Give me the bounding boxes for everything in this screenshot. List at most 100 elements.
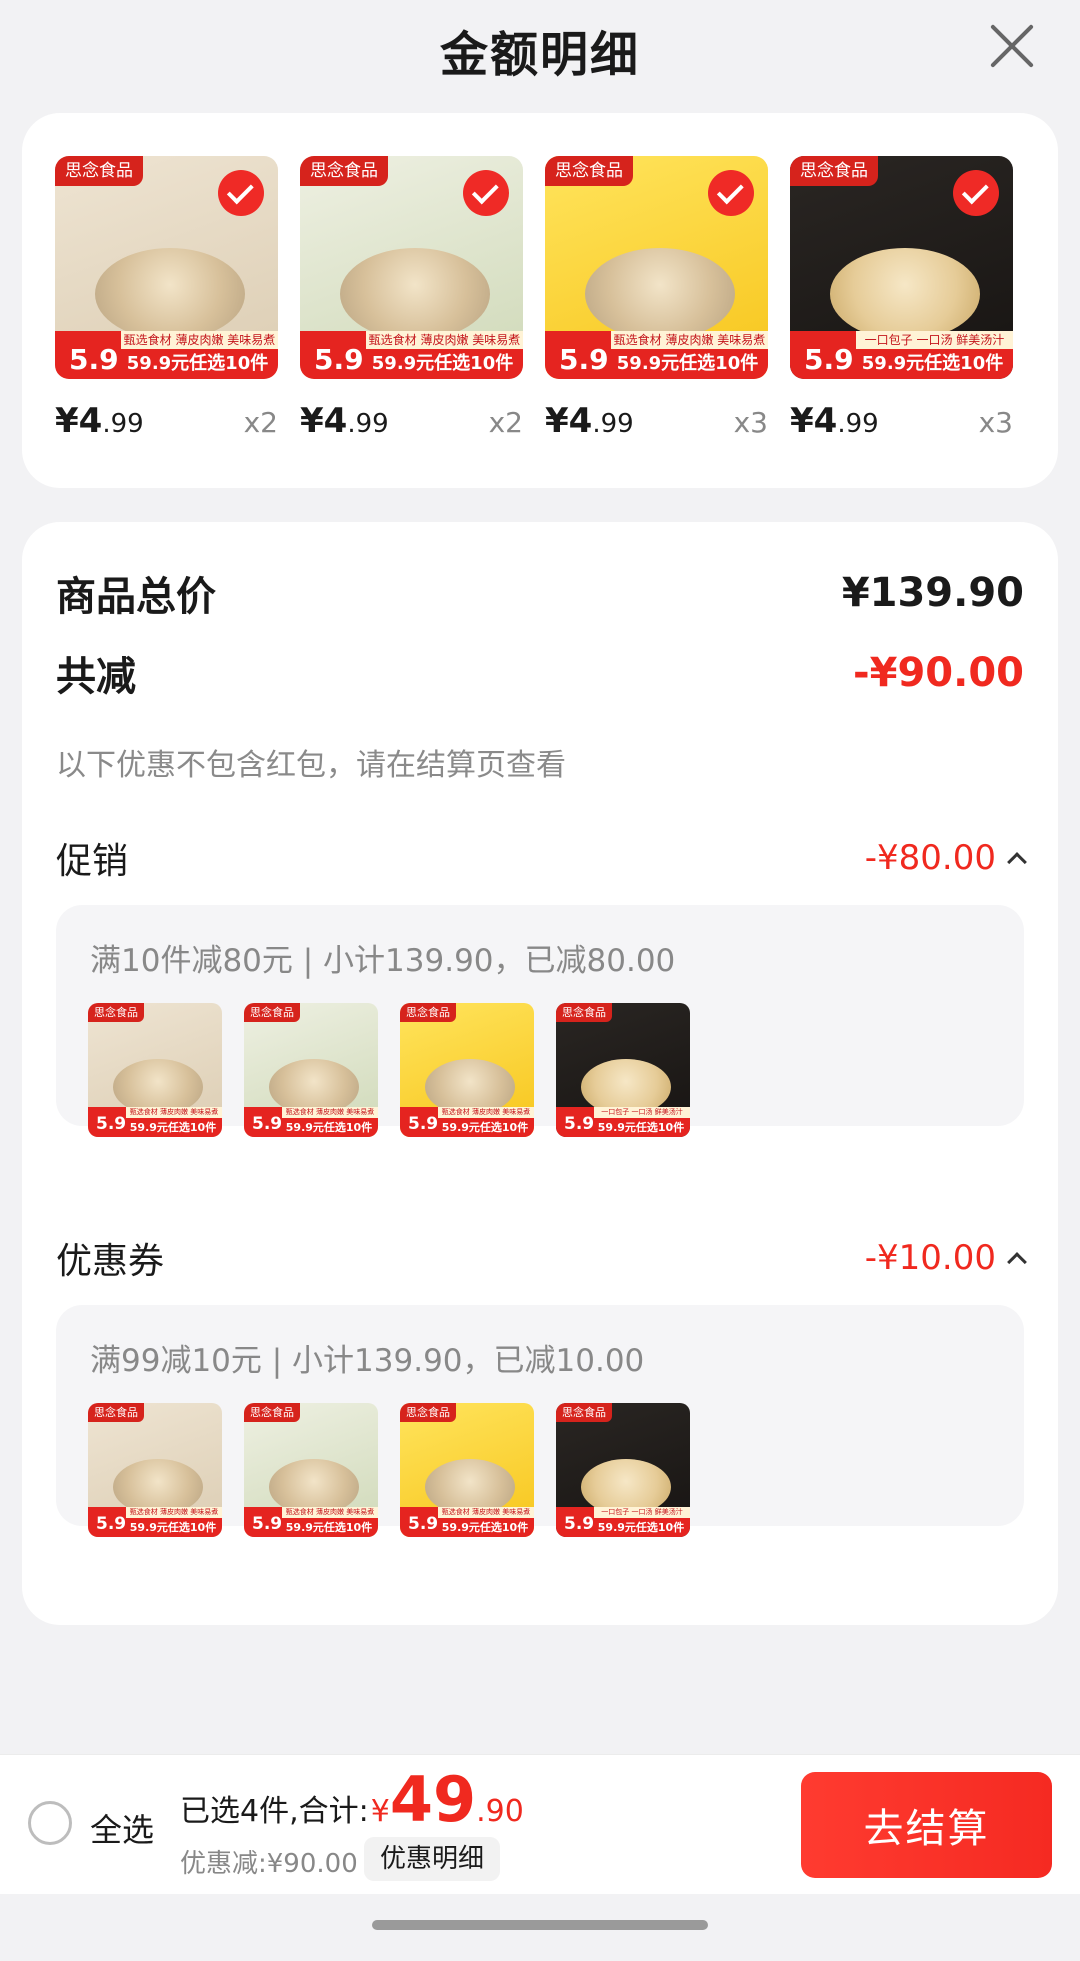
price-int: ¥4 [300, 401, 348, 441]
product-price-row: ¥4.99 x2 [55, 401, 278, 441]
product-item[interactable]: 思念食品甄选食材 薄皮肉嫩 美味易煮 5.9 59.9元任选10件 ¥4.99 x2 [55, 156, 278, 441]
thumb-brand-badge: 思念食品 [556, 1403, 612, 1422]
product-price: ¥4.99 [300, 401, 389, 441]
promo-stripe: 甄选食材 薄皮肉嫩 美味易煮 5.9 59.9元任选10件 [300, 331, 523, 379]
product-price: ¥4.99 [545, 401, 634, 441]
thumb-promo-text: 59.9元任选10件 [441, 1121, 529, 1134]
thumb-promo-big: 5.9 [252, 1514, 283, 1534]
product-thumbnail: 思念食品 甄选食材 薄皮肉嫩 美味易煮 5.9 59.9元任选10件 [244, 1003, 378, 1137]
product-thumbnail: 思念食品 甄选食材 薄皮肉嫩 美味易煮 5.9 59.9元任选10件 [244, 1403, 378, 1537]
checkout-button[interactable]: 去结算 [801, 1772, 1052, 1878]
promotion-row[interactable]: 促销 -¥80.00 [56, 832, 1027, 884]
selected-text: 已选4件,合计: [180, 1794, 369, 1829]
product-qty: x3 [733, 406, 768, 439]
reduce-label: 共减 [56, 654, 136, 700]
discount-detail-button[interactable]: 优惠明细 [364, 1837, 501, 1881]
product-bowl [830, 248, 980, 340]
promo-text: 59.9元任选10件 [126, 353, 269, 374]
promo-big-price: 5.9 [69, 343, 119, 376]
product-bowl [340, 248, 490, 340]
select-all-label[interactable]: 全选 [90, 1805, 154, 1851]
thumb-promo-text: 59.9元任选10件 [597, 1521, 685, 1534]
promotion-label: 促销 [56, 841, 129, 882]
chevron-up-icon[interactable] [1007, 1252, 1027, 1272]
product-price: ¥4.99 [790, 401, 879, 441]
thumb-promo-text: 59.9元任选10件 [597, 1121, 685, 1134]
promo-tag: 一口包子 一口汤 鲜美汤汁 [856, 331, 1013, 349]
thumb-promo-stripe: 一口包子 一口汤 鲜美汤汁 5.9 59.9元任选10件 [556, 1507, 690, 1537]
thumb-promo-big: 5.9 [96, 1514, 127, 1534]
thumb-promo-tag: 一口包子 一口汤 鲜美汤汁 [594, 1507, 690, 1518]
chevron-up-icon[interactable] [1007, 852, 1027, 872]
coupon-thumbnails: 思念食品 甄选食材 薄皮肉嫩 美味易煮 5.9 59.9元任选10件 思念食品 甄选食材 … [88, 1403, 690, 1537]
thumb-brand-badge: 思念食品 [244, 1003, 300, 1022]
thumb-promo-big: 5.9 [252, 1114, 283, 1134]
product-image[interactable]: 思念食品 甄选食材 薄皮肉嫩 美味易煮 5.9 59.9元任选10件 [545, 156, 768, 379]
price-int: ¥4 [790, 401, 838, 441]
home-indicator[interactable] [372, 1920, 708, 1930]
check-icon[interactable] [953, 170, 999, 216]
check-icon[interactable] [463, 170, 509, 216]
total-int: 49 [389, 1763, 477, 1836]
total-label: 商品总价 [56, 574, 216, 620]
coupon-value-group: -¥10.00 [864, 1238, 1027, 1278]
total-dec: .90 [476, 1794, 524, 1829]
promo-tag: 甄选食材 薄皮肉嫩 美味易煮 [611, 331, 768, 349]
promo-tag: 甄选食材 薄皮肉嫩 美味易煮 [366, 331, 523, 349]
total-yen: ¥ [370, 1794, 390, 1829]
product-thumbnail: 思念食品 甄选食材 薄皮肉嫩 美味易煮 5.9 59.9元任选10件 [88, 1003, 222, 1137]
thumb-promo-big: 5.9 [564, 1114, 595, 1134]
discount-note: 以下优惠不包含红包，请在结算页查看 [56, 748, 566, 783]
promo-text: 59.9元任选10件 [371, 353, 514, 374]
brand-badge: 思念食品 [55, 156, 143, 186]
product-price-row: ¥4.99 x2 [300, 401, 523, 441]
thumb-promo-text: 59.9元任选10件 [285, 1121, 373, 1134]
header: 金额明细 [0, 0, 1080, 100]
product-image[interactable]: 思念食品 一口包子 一口汤 鲜美汤汁 5.9 59.9元任选10件 [790, 156, 1013, 379]
check-icon[interactable] [218, 170, 264, 216]
brand-badge: 思念食品 [545, 156, 633, 186]
promo-stripe: 甄选食材 薄皮肉嫩 美味易煮 5.9 59.9元任选10件 [55, 331, 278, 379]
product-item[interactable]: 思念食品 一口包子 一口汤 鲜美汤汁 5.9 59.9元任选10件 ¥4.99 x3 [790, 156, 1013, 441]
product-price-row: ¥4.99 x3 [790, 401, 1013, 441]
price-int: ¥4 [55, 401, 103, 441]
promotion-value-group: -¥80.00 [864, 838, 1027, 878]
thumb-promo-tag: 甄选食材 薄皮肉嫩 美味易煮 [126, 1107, 222, 1118]
product-image[interactable]: 思念食品甄选食材 薄皮肉嫩 美味易煮 5.9 59.9元任选10件 [55, 156, 278, 379]
price-dec: .99 [102, 409, 144, 439]
product-thumbnail: 思念食品一口包子 一口汤 鲜美汤汁 5.9 59.9元任选10件 [556, 1403, 690, 1537]
product-item[interactable]: 思念食品 甄选食材 薄皮肉嫩 美味易煮 5.9 59.9元任选10件 ¥4.99 x3 [545, 156, 768, 441]
thumb-promo-stripe: 甄选食材 薄皮肉嫩 美味易煮 5.9 59.9元任选10件 [400, 1507, 534, 1537]
promo-big-price: 5.9 [804, 343, 854, 376]
price-int: ¥4 [545, 401, 593, 441]
coupon-value: -¥10.00 [864, 1238, 996, 1278]
thumb-promo-stripe: 甄选食材 薄皮肉嫩 美味易煮 5.9 59.9元任选10件 [88, 1107, 222, 1137]
brand-badge: 思念食品 [300, 156, 388, 186]
thumb-promo-tag: 甄选食材 薄皮肉嫩 美味易煮 [438, 1107, 534, 1118]
coupon-row[interactable]: 优惠券 -¥10.00 [56, 1232, 1027, 1284]
thumb-promo-text: 59.9元任选10件 [129, 1521, 217, 1534]
close-icon[interactable] [984, 18, 1040, 74]
product-item[interactable]: 思念食品甄选食材 薄皮肉嫩 美味易煮 5.9 59.9元任选10件 ¥4.99 x2 [300, 156, 523, 441]
thumb-promo-stripe: 甄选食材 薄皮肉嫩 美味易煮 5.9 59.9元任选10件 [244, 1507, 378, 1537]
coupon-detail-box: 满99减10元 | 小计139.90，已减10.00 思念食品 甄选食材 薄皮肉嫩… [56, 1305, 1024, 1537]
price-dec: .99 [837, 409, 879, 439]
thumb-promo-big: 5.9 [96, 1114, 127, 1134]
promo-tag: 甄选食材 薄皮肉嫩 美味易煮 [121, 331, 278, 349]
product-qty: x2 [488, 406, 523, 439]
thumb-promo-stripe: 一口包子 一口汤 鲜美汤汁 5.9 59.9元任选10件 [556, 1107, 690, 1137]
product-thumbnail: 思念食品 甄选食材 薄皮肉嫩 美味易煮 5.9 59.9元任选10件 [88, 1403, 222, 1537]
product-thumbnail: 思念食品甄选食材 薄皮肉嫩 美味易煮 5.9 59.9元任选10件 [400, 1403, 534, 1537]
amount-detail-card: 商品总价 ¥139.90 共减 -¥90.00 以下优惠不包含红包，请在结算页查… [22, 522, 1058, 1625]
product-bowl [585, 248, 735, 340]
thumb-brand-badge: 思念食品 [400, 1403, 456, 1422]
promotion-value: -¥80.00 [864, 838, 996, 878]
total-row: 商品总价 ¥139.90 [56, 564, 1024, 622]
product-image[interactable]: 思念食品甄选食材 薄皮肉嫩 美味易煮 5.9 59.9元任选10件 [300, 156, 523, 379]
discount-text: 优惠减:¥90.00 [180, 1849, 358, 1879]
product-price: ¥4.99 [55, 401, 144, 441]
select-all-radio[interactable] [28, 1801, 72, 1845]
thumb-promo-tag: 一口包子 一口汤 鲜美汤汁 [594, 1107, 690, 1118]
bottom-bar: 全选 已选4件,合计: ¥ 49 .90 优惠减:¥90.00 优惠明细 去结算 [0, 1754, 1080, 1894]
check-icon[interactable] [708, 170, 754, 216]
